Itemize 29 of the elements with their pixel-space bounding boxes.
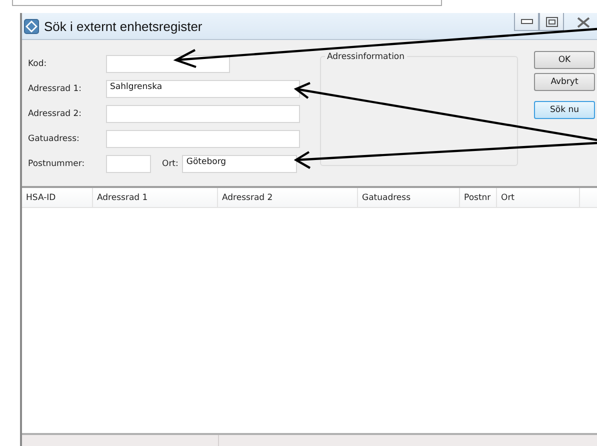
minimize-icon (520, 18, 532, 24)
group-title: Adressinformation (325, 52, 407, 62)
close-icon (576, 16, 590, 28)
dialog-button[interactable]: Avbryt (534, 73, 595, 91)
input-field[interactable] (106, 105, 300, 123)
field-label: Ort: (162, 159, 178, 169)
field-label: Postnummer: (28, 159, 86, 169)
field-label: Adressrad 1: (28, 84, 83, 94)
column-header[interactable]: Adressrad 1 (93, 188, 218, 207)
dialog-button[interactable]: OK (534, 51, 595, 69)
dialog-button[interactable]: Sök nu (534, 101, 595, 119)
input-field[interactable] (106, 130, 300, 148)
input-field[interactable]: Sahlgrenska (106, 80, 300, 98)
window-title: Sök i externt enhetsregister (44, 18, 202, 34)
input-field[interactable]: Göteborg (182, 155, 298, 173)
app-icon (24, 18, 39, 34)
input-field[interactable] (106, 155, 151, 173)
field-label: Kod: (28, 59, 48, 69)
input-field[interactable] (106, 55, 230, 73)
column-header[interactable]: Postnr (460, 188, 497, 207)
maximize-icon (546, 16, 558, 26)
minimize-button[interactable] (514, 13, 539, 31)
field-label: Gatuadress: (28, 134, 80, 144)
field-label: Adressrad 2: (28, 109, 83, 119)
column-header[interactable]: HSA-ID (22, 188, 93, 207)
maximize-button[interactable] (539, 13, 564, 31)
column-header[interactable]: Ort (497, 188, 580, 207)
column-header[interactable]: Gatuadress (358, 188, 460, 207)
column-header[interactable]: Adressrad 2 (218, 188, 358, 207)
